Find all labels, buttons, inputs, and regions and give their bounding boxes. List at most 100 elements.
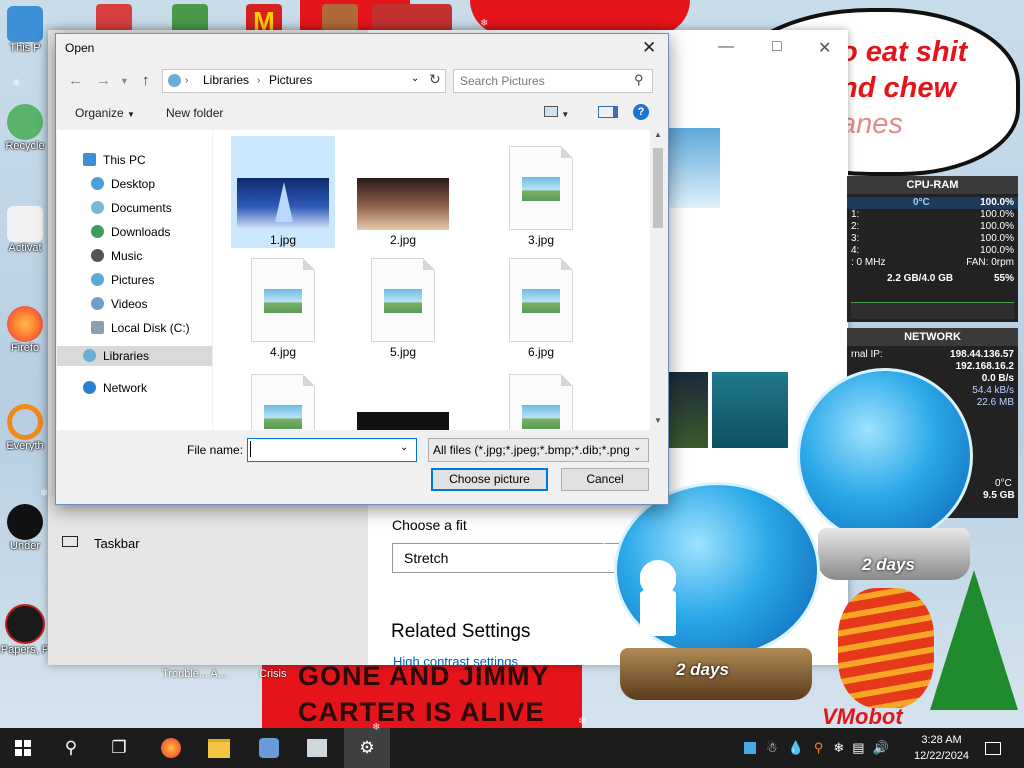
snowflake-decoration: ❄ [480, 18, 489, 29]
firefox-taskbar-button[interactable] [148, 728, 194, 768]
file-item[interactable] [351, 374, 455, 430]
taskbar-nav-item[interactable]: Taskbar [62, 536, 140, 551]
file-name-field[interactable] [250, 441, 391, 457]
file-item[interactable]: 2.jpg [351, 136, 455, 247]
file-item[interactable] [489, 374, 593, 430]
file-item[interactable]: 6.jpg [489, 254, 593, 359]
scroll-down-icon[interactable]: ▼ [654, 416, 662, 425]
maximize-button[interactable]: □ [772, 38, 782, 56]
image-thumbnail [357, 412, 449, 430]
desktop-icon-recycle-bin[interactable]: Recycle [0, 104, 50, 152]
nav-item-documents[interactable]: Documents [91, 198, 172, 218]
address-history-chevron-icon[interactable]: ⌄ [411, 73, 419, 84]
forward-arrow-icon[interactable]: → [96, 72, 111, 89]
start-button[interactable] [0, 728, 46, 768]
file-item[interactable]: 1.jpg [231, 136, 335, 248]
file-item[interactable] [231, 374, 335, 430]
close-icon[interactable]: ✕ [818, 38, 831, 58]
choose-picture-button[interactable]: Choose picture [431, 468, 548, 491]
search-box[interactable]: Search Pictures ⚲ [453, 69, 653, 93]
desktop-icon-undertale[interactable]: Under [0, 504, 50, 552]
app-taskbar-button[interactable] [246, 728, 292, 768]
choose-fit-label: Choose a fit [392, 517, 467, 533]
desktop-icon-firefox[interactable]: Firefo [0, 306, 50, 354]
nav-item-libraries[interactable]: Libraries [57, 346, 212, 366]
navigation-pane: This PC Desktop Documents Downloads Musi… [57, 130, 212, 430]
network-icon [83, 381, 96, 394]
file-item[interactable]: 5.jpg [351, 254, 455, 359]
downloads-icon [91, 225, 104, 238]
cancel-button[interactable]: Cancel [561, 468, 649, 491]
countdown-label: 2 days [676, 660, 729, 679]
gear-icon: ⚙ [359, 738, 375, 757]
file-name: 2.jpg [389, 233, 417, 247]
file-name: 6.jpg [527, 345, 555, 359]
search-button[interactable]: ⚲ [48, 728, 94, 768]
file-name: 1.jpg [269, 233, 297, 247]
desktop-icon-papers-please[interactable]: Papers, P [0, 604, 50, 656]
close-icon[interactable]: ✕ [642, 38, 656, 58]
address-bar[interactable]: › Libraries › Pictures ⌄ ↻ [162, 69, 446, 93]
file-item[interactable]: 4.jpg [231, 254, 335, 359]
recycle-bin-icon [7, 104, 43, 140]
decoration-spiral [838, 588, 934, 708]
image-file-icon [251, 374, 315, 430]
settings-taskbar-button[interactable]: ⚙ [344, 728, 390, 768]
organize-button[interactable]: Organize ▼ [75, 106, 135, 120]
app-icon [307, 739, 327, 757]
image-file-icon [509, 258, 573, 342]
breadcrumb-pictures[interactable]: Pictures [269, 73, 312, 87]
network-icon[interactable]: ▤ [852, 740, 864, 756]
chevron-down-icon[interactable]: ⌄ [400, 442, 408, 453]
search-input[interactable]: Search Pictures [460, 74, 545, 88]
file-name: 3.jpg [527, 233, 555, 247]
chevron-down-icon: ▼ [561, 110, 570, 119]
clock[interactable]: 3:28 AM 12/22/2024 [914, 732, 969, 764]
task-view-button[interactable]: ❐ [96, 728, 142, 768]
help-button[interactable]: ? [633, 104, 649, 120]
fit-dropdown[interactable]: Stretch [392, 543, 626, 573]
file-name-combo[interactable]: ⌄ [247, 438, 417, 462]
wallpaper-preview [666, 128, 720, 208]
file-type-select[interactable]: All files (*.jpg;*.jpeg;*.bmp;*.dib;*.pn… [428, 438, 649, 462]
related-settings-heading: Related Settings [391, 621, 531, 642]
nav-item-downloads[interactable]: Downloads [91, 222, 170, 242]
nav-item-desktop[interactable]: Desktop [91, 174, 155, 194]
recent-picture[interactable] [712, 372, 788, 448]
nav-item-this-pc[interactable]: This PC [83, 150, 146, 170]
network-widget-title: NETWORK [847, 328, 1018, 346]
breadcrumb-libraries[interactable]: Libraries [203, 73, 249, 87]
desktop-icon-activate[interactable]: Activat [0, 206, 50, 254]
nav-item-network[interactable]: Network [83, 378, 147, 398]
preview-pane-button[interactable] [598, 106, 618, 121]
up-arrow-icon[interactable]: ↑ [142, 72, 150, 89]
notification-button[interactable] [970, 728, 1016, 768]
magnifier-icon[interactable]: ⚲ [814, 740, 824, 756]
nav-item-music[interactable]: Music [91, 246, 142, 266]
file-item[interactable]: 3.jpg [489, 136, 593, 247]
tray-app-icon[interactable] [744, 742, 756, 754]
image-thumbnail [237, 178, 329, 230]
change-view-button[interactable]: ▼ [544, 106, 569, 120]
desktop-icon-this-pc[interactable]: This P [0, 6, 50, 54]
nav-item-pictures[interactable]: Pictures [91, 270, 154, 290]
file-list-scrollbar[interactable]: ▲ ▼ [650, 130, 666, 430]
recent-locations-chevron-icon[interactable]: ▼ [120, 76, 129, 86]
nav-item-local-disk[interactable]: Local Disk (C:) [91, 318, 190, 338]
minimize-button[interactable]: — [718, 38, 734, 56]
scroll-up-icon[interactable]: ▲ [654, 130, 662, 139]
file-explorer-button[interactable] [196, 728, 242, 768]
app-taskbar-button[interactable] [294, 728, 340, 768]
tray-app-icon[interactable]: ☃ [766, 740, 778, 756]
refresh-icon[interactable]: ↻ [429, 71, 441, 88]
nav-item-videos[interactable]: Videos [91, 294, 147, 314]
new-folder-button[interactable]: New folder [166, 106, 223, 120]
volume-icon[interactable]: 🔊 [873, 740, 889, 756]
scrollbar-thumb[interactable] [653, 148, 663, 228]
snowflake-icon[interactable]: ❄ [833, 740, 844, 756]
droplet-icon[interactable]: 💧 [788, 740, 804, 756]
back-arrow-icon[interactable]: ← [68, 72, 83, 89]
desktop-icon-everything[interactable]: Everyth [0, 404, 50, 452]
windows-icon [15, 740, 31, 756]
high-contrast-link[interactable]: High contrast settings [393, 654, 518, 665]
